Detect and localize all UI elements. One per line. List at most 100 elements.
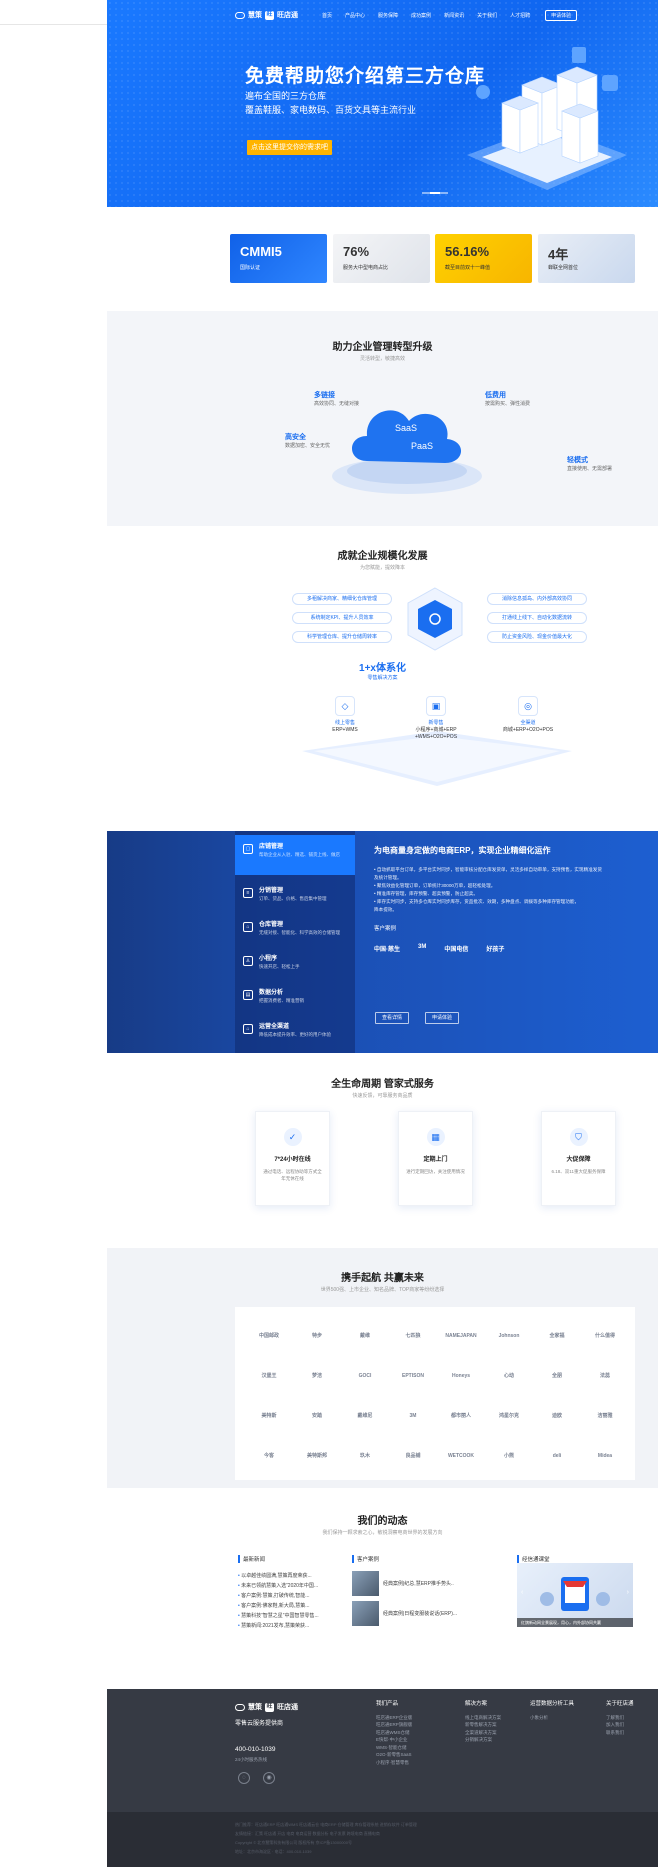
- erp-point: • 自动抓取平台订单，多平台实时同步，智能审核分配仓库发货单，灵活多样自动审单，…: [374, 867, 602, 872]
- footer-link[interactable]: 旺店通WMS仓储: [376, 1729, 412, 1737]
- partner-logo: 迪欧: [551, 1413, 562, 1419]
- wechat-icon[interactable]: ◌: [238, 1772, 250, 1784]
- news-link[interactable]: 以卓越佳绩圆满,慧策再度荣获...: [238, 1571, 330, 1581]
- case-item[interactable]: 经典案例|日程变服装说话(ERP)...: [352, 1601, 467, 1626]
- section-subtitle: 我们保持一颗求索之心，敏锐洞察电商世界的发展方向: [322, 1530, 443, 1536]
- news-link[interactable]: 客户案例:慧策,打破传统,智能...: [238, 1591, 330, 1601]
- stat-card-cmmi[interactable]: CMMI5 国际认证: [230, 234, 327, 283]
- footer-link[interactable]: 新零售解决方案: [465, 1721, 501, 1729]
- analytics-icon: ▤: [243, 990, 253, 1000]
- erp-section: ▢ 店铺管理 帮助企业从入驻、精选、铺货上线、做店 ≡ 分销管理 订单、货品、价格、售后…: [107, 831, 658, 1053]
- network-badge-icon: [602, 75, 618, 91]
- partner-logo: 汉堡王: [261, 1373, 277, 1379]
- footer-link[interactable]: 全渠道解决方案: [465, 1729, 501, 1737]
- footer-logo[interactable]: 慧策 旺 旺店通: [235, 1702, 298, 1712]
- cloud-label-saas: SaaS: [395, 423, 418, 433]
- footer-link[interactable]: 小象分析: [530, 1714, 574, 1722]
- partner-logo: 全朋: [551, 1373, 562, 1379]
- client-logo: 好孩子: [486, 947, 505, 953]
- module-new-retail[interactable]: ▣ 新零售 小程序+商城+ERP +WMS+O2O+POS: [401, 696, 471, 741]
- hero-title: 免费帮助您介绍第三方仓库: [245, 66, 486, 87]
- hero-cta-button[interactable]: 点击这里提交你的需求吧: [247, 140, 332, 155]
- module-online-retail[interactable]: ◇ 线上零售 ERP+WMS: [310, 696, 380, 734]
- classroom-banner[interactable]: ‹ › 红旗新动网全景展现，用心，内外部协同共赢: [517, 1563, 633, 1627]
- footer-link[interactable]: 小程序·智慧零售: [376, 1759, 412, 1767]
- menu-item-warehouse[interactable]: ⌂ 仓库管理 无缝对接、智能化、科学高效的仓储管理: [235, 913, 355, 946]
- footer-col-solutions: 解决方案 线上电商解决方案 新零售解决方案 全渠道解决方案 分销解决方案: [465, 1701, 501, 1744]
- stat-value: 4年: [548, 247, 569, 262]
- service-card-online[interactable]: ✓ 7*24小时在线 通过电话、远程协助等方式全年无休在线: [255, 1111, 330, 1206]
- carousel-indicator[interactable]: [422, 192, 448, 194]
- partner-logo: 小熊: [503, 1453, 514, 1459]
- service-card-visit[interactable]: ▦ 定期上门 进行定期回访，关注使用情况: [398, 1111, 473, 1206]
- partner-logo: 中国邮政: [258, 1333, 279, 1339]
- apply-trial-button[interactable]: 申请体验: [545, 9, 578, 21]
- benefit-pill: 科学管理仓库、提升仓储周转率: [292, 631, 392, 643]
- partner-logo: 戴维: [359, 1333, 370, 1339]
- warehouse-icon: ⌂: [243, 922, 253, 932]
- erp-apply-button[interactable]: 申请体验: [425, 1012, 459, 1024]
- footer-col-tools: 运营数据分析工具 小象分析: [530, 1701, 575, 1722]
- footer-link[interactable]: 加入我们: [606, 1721, 634, 1729]
- erp-point: 降本提效。: [374, 907, 397, 912]
- copyright-line: 地址：北京市海淀区 · 电话：400-010-1039: [235, 1849, 312, 1854]
- menu-item-distribution[interactable]: ≡ 分销管理 订单、货品、价格、售后集中管理: [235, 879, 355, 912]
- footer-link[interactable]: 旺店通ERP旗舰版: [376, 1721, 412, 1729]
- menu-item-omnichannel[interactable]: ⌂ 运营全渠道 降低成本提升效率、更好的用户体验: [235, 1015, 355, 1048]
- service-card-promo[interactable]: ⛉ 大促保障 6.18、双11重大促服务保障: [541, 1111, 616, 1206]
- warehouse-illustration: [467, 47, 627, 190]
- section-title: 携手起航 共赢未来: [341, 1273, 424, 1284]
- nav-item-jobs[interactable]: 人才招聘: [510, 12, 530, 19]
- partner-logo: 什么值得: [594, 1333, 615, 1339]
- partner-logo: GOCI: [358, 1373, 372, 1379]
- stat-card-years[interactable]: 4年 蝉联全网首位: [538, 234, 635, 283]
- nav-item-service[interactable]: 服务保障: [378, 12, 398, 19]
- document-badge-icon: [572, 47, 586, 63]
- partner-logo: 都市丽人: [450, 1413, 471, 1419]
- footer-link[interactable]: 联系我们: [606, 1729, 634, 1737]
- clients-label: 客户案例: [374, 926, 397, 932]
- news-link[interactable]: 未来已领航慧策入选“2020年中国...: [238, 1581, 330, 1591]
- cloud-label-paas: PaaS: [411, 441, 434, 451]
- carousel-prev-icon[interactable]: ‹: [521, 1589, 523, 1596]
- nav-item-products[interactable]: 产品中心: [345, 12, 365, 19]
- partner-logo: Midea: [597, 1453, 613, 1459]
- logo-mark-icon: [235, 1703, 245, 1711]
- menu-item-store[interactable]: ▢ 店铺管理 帮助企业从入驻、精选、铺货上线、做店: [235, 835, 355, 875]
- menu-item-miniprogram[interactable]: ♙ 小程序 快速开店、轻松上手: [235, 947, 355, 980]
- partner-logo: 全家福: [549, 1333, 565, 1339]
- nav-item-news[interactable]: 新闻资讯: [444, 12, 464, 19]
- menu-item-analytics[interactable]: ▤ 数据分析 把握消费者、精准营销: [235, 981, 355, 1014]
- nav-item-about[interactable]: 关于我们: [477, 12, 497, 19]
- footer-link[interactable]: O2O·新零售SaaS: [376, 1751, 412, 1759]
- partner-logo: 3M: [409, 1413, 417, 1419]
- partner-logo: 美特斯: [261, 1413, 277, 1419]
- footer-link[interactable]: 线上电商解决方案: [465, 1714, 501, 1722]
- news-link[interactable]: 客户案例:佛家鞋,新大局,慧策...: [238, 1601, 330, 1611]
- stats-section: CMMI5 国际认证 76% 服务大中型电商占比 56.16% 截至目前双十一峰…: [107, 207, 658, 311]
- view-details-button[interactable]: 查看详情: [375, 1012, 409, 1024]
- footer-link[interactable]: 旺店通ERP企业版: [376, 1714, 412, 1722]
- weibo-icon[interactable]: ◉: [263, 1772, 275, 1784]
- footer-link[interactable]: 了解我们: [606, 1714, 634, 1722]
- feature-multilink: 多链接 高效协同、无缝对接: [314, 392, 360, 407]
- stat-card-peak[interactable]: 56.16% 截至目前双十一峰值: [435, 234, 532, 283]
- partner-logo: 七匹狼: [405, 1333, 421, 1339]
- footer-link[interactable]: E快帮·中小企业: [376, 1736, 412, 1744]
- news-link[interactable]: 慧策科技“智慧之星”中国智慧零售...: [238, 1611, 330, 1621]
- case-item[interactable]: 经典案例|纪总,慧ERP推手势头..: [352, 1571, 467, 1596]
- footer-link[interactable]: 分销解决方案: [465, 1736, 501, 1744]
- stat-card-share[interactable]: 76% 服务大中型电商占比: [333, 234, 430, 283]
- stat-label: 蝉联全网首位: [548, 265, 579, 271]
- news-link[interactable]: 慧策新闻:2021发布,慧策荣获...: [238, 1621, 330, 1631]
- section-title: 全生命周期 管家式服务: [331, 1079, 434, 1090]
- nav-item-home[interactable]: 首页: [322, 12, 332, 19]
- carousel-next-icon[interactable]: ›: [627, 1589, 629, 1596]
- partner-logo: 戴维尼: [357, 1413, 373, 1419]
- stat-label: 截至目前双十一峰值: [445, 265, 491, 271]
- footer-link[interactable]: WMS·智能仓储: [376, 1744, 412, 1752]
- footer-phone[interactable]: 400-010-1039: [235, 1746, 275, 1753]
- module-omnichannel[interactable]: ◎ 全渠道 商城+ERP+O2O+POS: [493, 696, 563, 734]
- nav-item-cases[interactable]: 成功案例: [411, 12, 431, 19]
- logo[interactable]: 慧策 旺 旺店通: [235, 10, 298, 20]
